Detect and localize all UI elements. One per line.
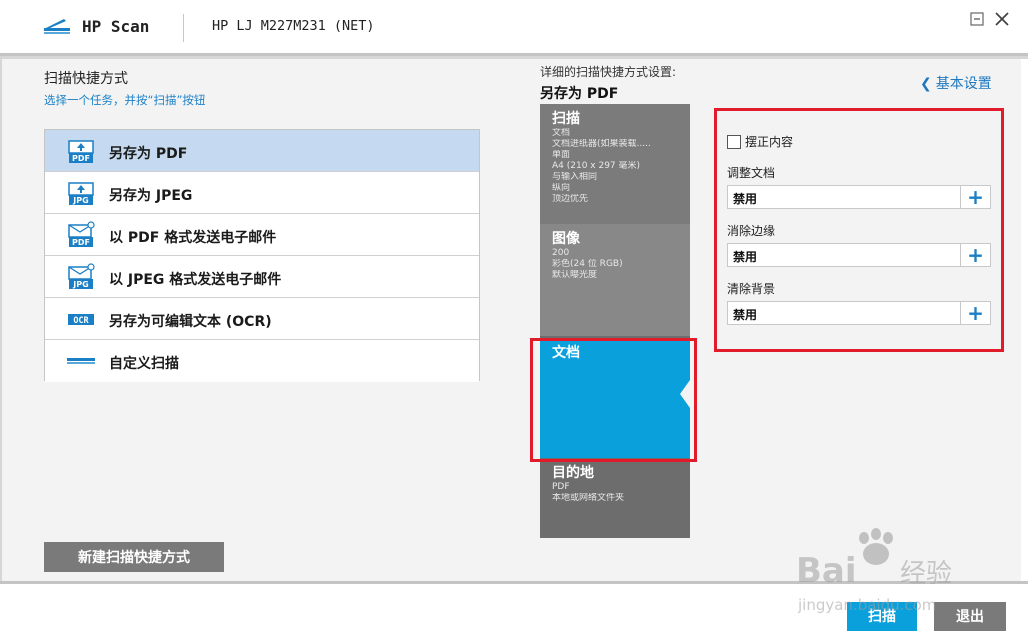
shortcuts-title: 扫描快捷方式 — [44, 71, 128, 87]
shortcut-label: 以 JPEG 格式发送电子邮件 — [109, 272, 282, 288]
shortcut-label: 另存为可编辑文本 (OCR) — [109, 314, 272, 330]
step-detail: 单面 — [552, 150, 571, 160]
clear-background-select[interactable]: 禁用 + — [727, 301, 991, 325]
shortcut-label: 以 PDF 格式发送电子邮件 — [109, 230, 277, 246]
window-edge — [1021, 59, 1028, 581]
chevron-left-icon: ❮ — [920, 76, 932, 92]
exit-button[interactable]: 退出 — [934, 602, 1006, 631]
title-divider — [183, 14, 184, 42]
basic-settings-link[interactable]: ❮ 基本设置 — [920, 73, 992, 93]
shortcuts-subtitle: 选择一个任务，并按“扫描”按钮 — [44, 93, 206, 107]
new-shortcut-button[interactable]: 新建扫描快捷方式 — [44, 542, 224, 572]
step-detail: 与输入相同 — [552, 172, 598, 182]
device-name: HP LJ M227M231 (NET) — [212, 18, 375, 34]
scanner-icon — [67, 358, 95, 364]
step-title: 目的地 — [552, 465, 594, 481]
step-detail: 默认曝光度 — [552, 270, 598, 280]
shortcut-email-pdf[interactable]: PDF 以 PDF 格式发送电子邮件 — [45, 214, 479, 256]
detail-shortcut-name: 另存为 PDF — [540, 86, 619, 102]
settings-steps: 扫描 文档 文档进纸器(如果装载..... 单面 A4 (210 x 297 毫… — [540, 104, 690, 538]
svg-text:OCR: OCR — [73, 316, 89, 326]
step-detail: 彩色(24 位 RGB) — [552, 259, 623, 269]
shortcut-save-pdf[interactable]: PDF 另存为 PDF — [45, 130, 479, 172]
shortcut-email-jpeg[interactable]: JPG 以 JPEG 格式发送电子邮件 — [45, 256, 479, 298]
step-title: 文档 — [552, 345, 580, 361]
step-detail: 文档进纸器(如果装载..... — [552, 139, 651, 149]
jpg-folder-icon: JPG — [68, 182, 94, 205]
plus-icon[interactable]: + — [960, 186, 990, 208]
shortcut-ocr[interactable]: OCR 另存为可编辑文本 (OCR) — [45, 298, 479, 340]
step-image[interactable]: 图像 200 彩色(24 位 RGB) 默认曝光度 — [540, 224, 690, 336]
ocr-icon: OCR — [68, 314, 94, 326]
deskew-checkbox[interactable]: 摆正内容 — [727, 131, 793, 150]
deskew-label: 摆正内容 — [745, 135, 794, 149]
step-detail: 文档 — [552, 128, 571, 138]
step-detail: 本地或网络文件夹 — [552, 493, 625, 503]
step-detail: 纵向 — [552, 183, 571, 193]
detail-heading: 详细的扫描快捷方式设置: — [540, 65, 677, 79]
plus-icon[interactable]: + — [960, 302, 990, 324]
jpg-email-icon: JPG — [68, 263, 95, 289]
scan-button[interactable]: 扫描 — [847, 602, 917, 631]
detail-panel: 详细的扫描快捷方式设置: 另存为 PDF ❮ 基本设置 扫描 文档 文档进纸器(如… — [520, 59, 1028, 581]
title-bar: HP Scan HP LJ M227M231 (NET) — [0, 0, 1028, 56]
step-detail: 200 — [552, 248, 570, 258]
select-value: 禁用 — [733, 250, 758, 264]
shortcut-save-jpeg[interactable]: JPG 另存为 JPEG — [45, 172, 479, 214]
basic-settings-label: 基本设置 — [935, 76, 992, 92]
document-settings-box: 摆正内容 调整文档 禁用 + 消除边缘 禁用 + 清除背景 禁用 + — [714, 108, 1004, 352]
step-detail: 顶边优先 — [552, 194, 589, 204]
clear-background-label: 清除背景 — [727, 282, 776, 296]
svg-text:PDF: PDF — [72, 238, 90, 247]
step-detail: PDF — [552, 482, 570, 492]
step-title: 图像 — [552, 231, 580, 247]
hp-scan-logo-icon — [44, 19, 70, 34]
step-document[interactable]: 文档 — [540, 338, 690, 458]
svg-text:JPG: JPG — [72, 280, 88, 289]
checkbox-unchecked-icon — [727, 134, 741, 149]
close-icon[interactable] — [993, 10, 1011, 28]
adjust-document-label: 调整文档 — [727, 166, 776, 180]
step-title: 扫描 — [552, 111, 580, 127]
shortcut-label: 自定义扫描 — [109, 356, 179, 372]
pdf-email-icon: PDF — [68, 221, 95, 247]
svg-text:JPG: JPG — [72, 196, 88, 205]
shortcut-label: 另存为 JPEG — [109, 188, 193, 204]
shortcut-list: PDF 另存为 PDF JPG 另存为 JPEG PDF 以 PDF 格式发送电… — [44, 129, 480, 382]
select-value: 禁用 — [733, 192, 758, 206]
step-scan[interactable]: 扫描 文档 文档进纸器(如果装载..... 单面 A4 (210 x 297 毫… — [540, 104, 690, 224]
app-title: HP Scan — [82, 17, 150, 36]
bottom-bar: 扫描 退出 — [0, 581, 1028, 636]
select-value: 禁用 — [733, 308, 758, 322]
plus-icon[interactable]: + — [960, 244, 990, 266]
minimize-icon[interactable] — [968, 10, 986, 28]
shortcut-custom-scan[interactable]: 自定义扫描 — [45, 340, 479, 382]
remove-edges-label: 消除边缘 — [727, 224, 776, 238]
selection-notch — [680, 380, 690, 408]
shortcuts-panel: 扫描快捷方式 选择一个任务，并按“扫描”按钮 PDF 另存为 PDF JPG 另… — [2, 59, 520, 581]
step-destination[interactable]: 目的地 PDF 本地或网络文件夹 — [540, 458, 690, 538]
remove-edges-select[interactable]: 禁用 + — [727, 243, 991, 267]
shortcut-label: 另存为 PDF — [109, 146, 188, 162]
adjust-document-select[interactable]: 禁用 + — [727, 185, 991, 209]
pdf-folder-icon: PDF — [68, 140, 94, 163]
step-detail: A4 (210 x 297 毫米) — [552, 161, 641, 171]
svg-text:PDF: PDF — [72, 154, 90, 163]
